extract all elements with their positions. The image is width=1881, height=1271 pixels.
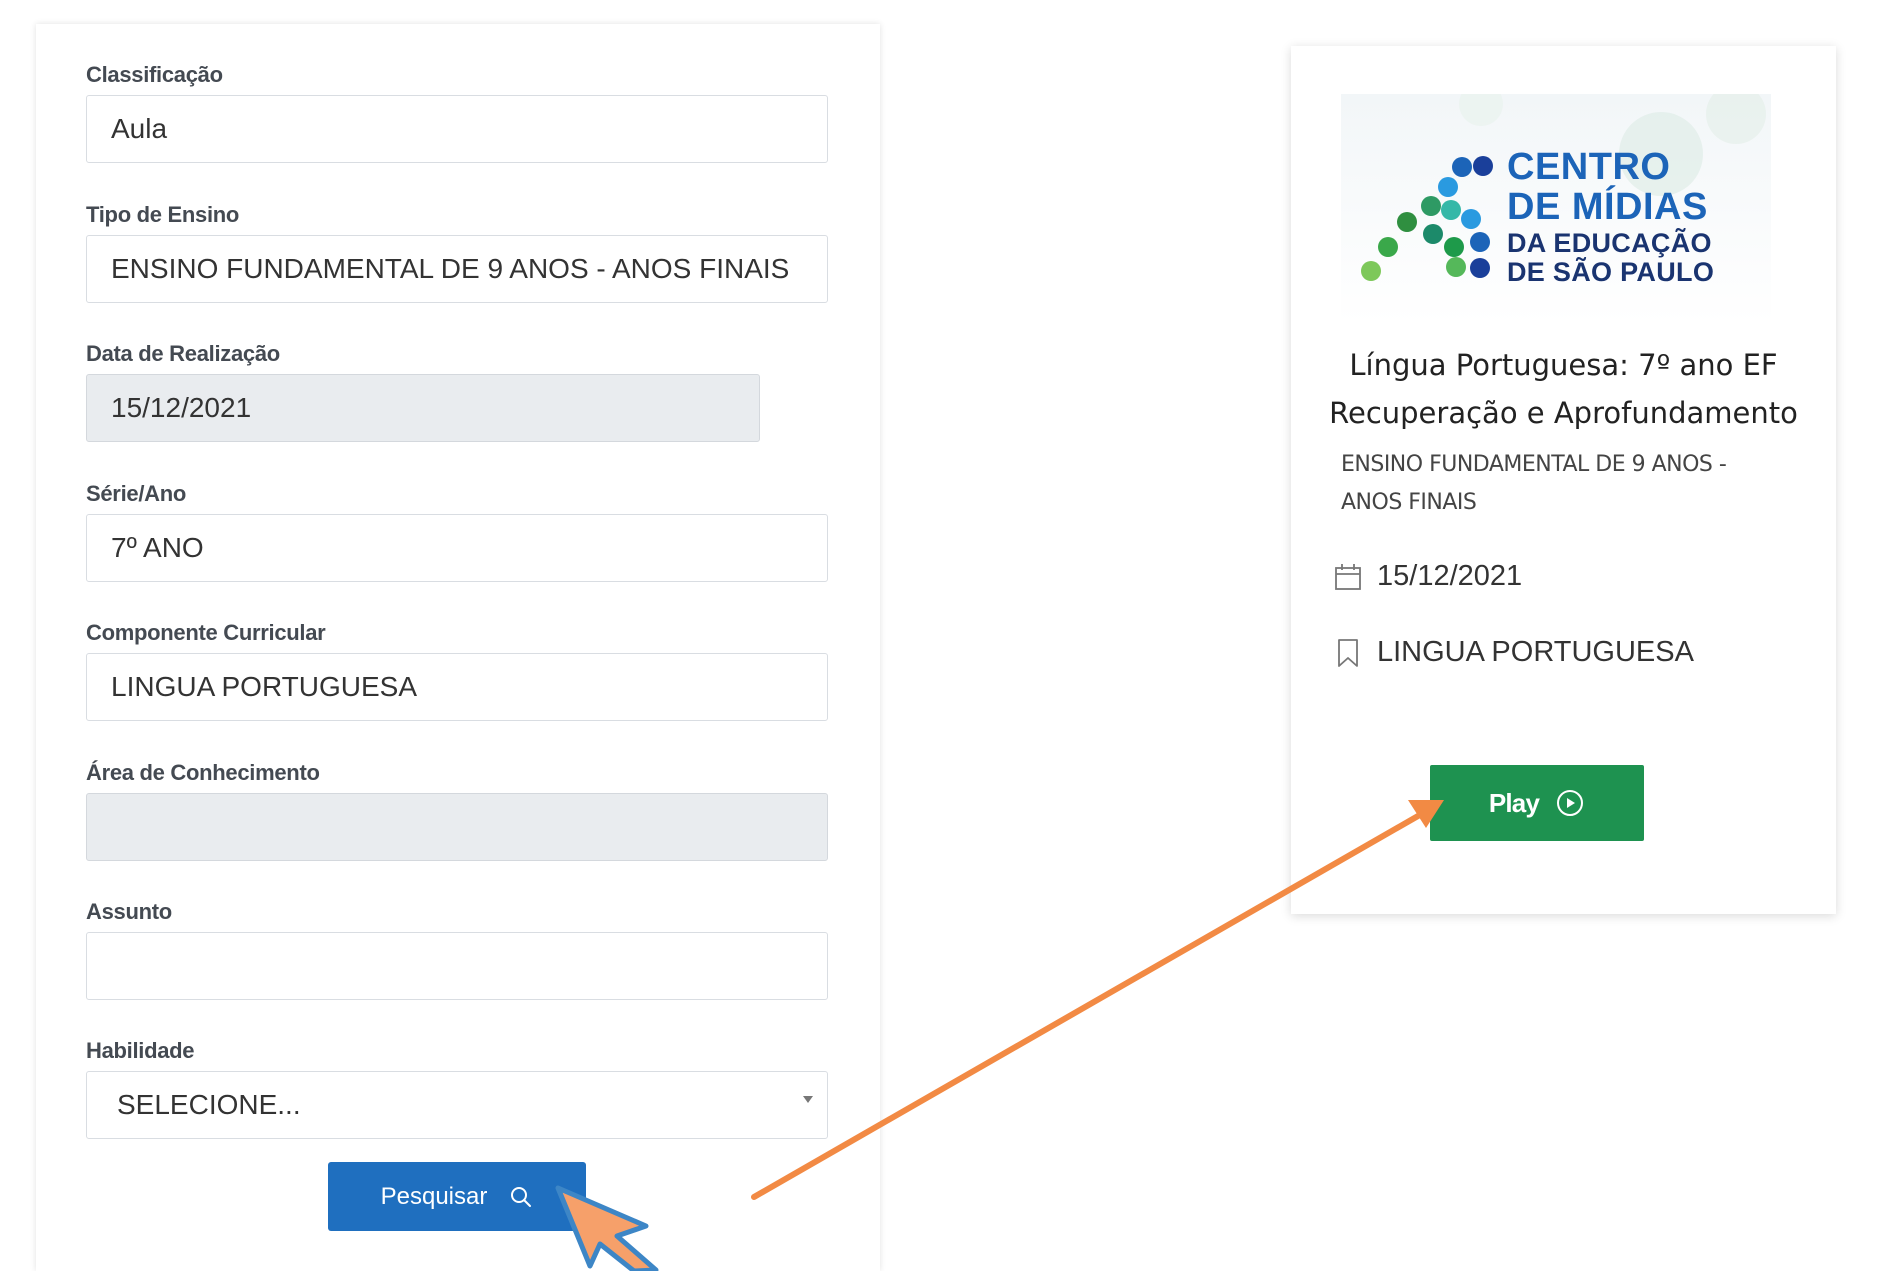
play-circle-icon [1557, 790, 1584, 816]
assunto-label: Assunto [86, 899, 172, 924]
card-title-line-2: Recuperação e Aprofundamento [1329, 396, 1798, 430]
serie-ano-field[interactable]: 7º ANO [86, 514, 828, 582]
chevron-down-icon [803, 1096, 813, 1103]
assunto-field[interactable] [86, 932, 828, 1000]
habilidade-label: Habilidade [86, 1038, 195, 1063]
classificacao-field[interactable]: Aula [86, 95, 828, 163]
card-subtitle-line-2: ANOS FINAIS [1341, 490, 1477, 515]
data-realizacao-label: Data de Realização [86, 341, 280, 366]
logo-line-3: DA EDUCAÇÃO [1507, 228, 1712, 258]
data-realizacao-field[interactable]: 15/12/2021 [86, 374, 760, 442]
card-subtitle-line-1: ENSINO FUNDAMENTAL DE 9 ANOS - [1341, 452, 1727, 477]
card-subject-row: LINGUA PORTUGUESA [1333, 636, 1694, 669]
centro-midias-logo: CENTRO DE MÍDIAS DA EDUCAÇÃO DE SÃO PAUL… [1341, 94, 1771, 324]
search-icon [511, 1186, 532, 1207]
pesquisar-button[interactable]: Pesquisar [328, 1162, 586, 1231]
calendar-icon [1335, 563, 1361, 590]
tipo-ensino-label: Tipo de Ensino [86, 202, 240, 227]
componente-curricular-label: Componente Curricular [86, 620, 326, 645]
area-conhecimento-field[interactable] [86, 793, 828, 861]
componente-curricular-field[interactable]: LINGUA PORTUGUESA [86, 653, 828, 721]
habilidade-select[interactable]: SELECIONE... [86, 1071, 828, 1139]
card-subject: LINGUA PORTUGUESA [1377, 636, 1694, 668]
habilidade-selected-value: SELECIONE... [117, 1089, 301, 1120]
serie-ano-label: Série/Ano [86, 481, 186, 506]
tipo-ensino-field[interactable]: ENSINO FUNDAMENTAL DE 9 ANOS - ANOS FINA… [86, 235, 828, 303]
play-button[interactable]: Play [1430, 765, 1644, 841]
area-conhecimento-label: Área de Conhecimento [86, 760, 320, 785]
classificacao-label: Classificação [86, 62, 223, 87]
pesquisar-button-label: Pesquisar [380, 1182, 488, 1210]
bookmark-icon [1338, 638, 1358, 667]
card-date: 15/12/2021 [1377, 560, 1523, 592]
logo-line-4: DE SÃO PAULO [1507, 257, 1715, 287]
card-date-row: 15/12/2021 [1333, 560, 1522, 593]
logo-line-1: CENTRO [1507, 146, 1671, 188]
logo-line-2: DE MÍDIAS [1507, 186, 1708, 228]
card-title-line-1: Língua Portuguesa: 7º ano EF [1349, 348, 1778, 382]
card-subtitle: ENSINO FUNDAMENTAL DE 9 ANOS - ANOS FINA… [1341, 446, 1781, 522]
result-card[interactable]: CENTRO DE MÍDIAS DA EDUCAÇÃO DE SÃO PAUL… [1291, 46, 1836, 914]
search-form-panel: Classificação Aula Tipo de Ensino ENSINO… [36, 24, 880, 1271]
play-button-label: Play [1488, 787, 1540, 818]
